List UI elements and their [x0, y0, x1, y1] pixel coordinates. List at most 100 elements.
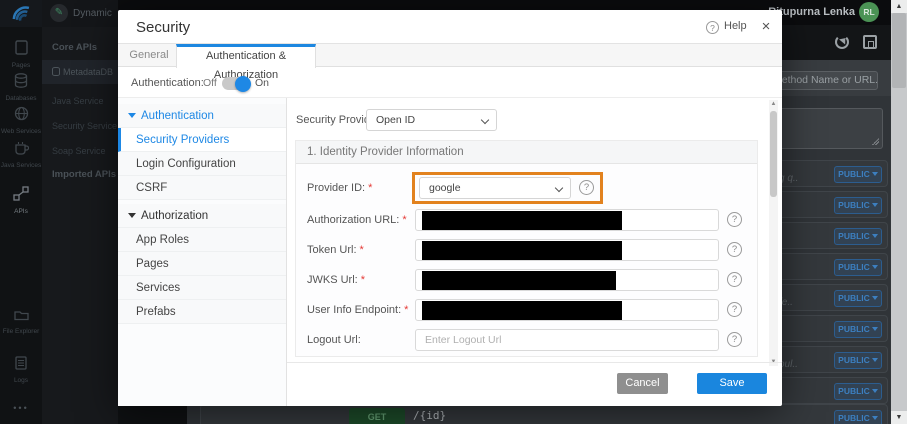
- access-level-dropdown[interactable]: PUBLIC: [834, 321, 882, 338]
- toggle-on-label: On: [255, 77, 269, 89]
- tab-general[interactable]: General: [122, 44, 176, 67]
- nav-group-authentication[interactable]: Authentication: [118, 104, 286, 128]
- required-mark: *: [360, 244, 364, 256]
- nav-item-app-roles[interactable]: App Roles: [118, 228, 286, 252]
- access-level-dropdown[interactable]: PUBLIC: [834, 410, 882, 424]
- chevron-down-icon: [555, 184, 563, 192]
- access-level-dropdown[interactable]: PUBLIC: [834, 228, 882, 245]
- chevron-down-icon: [481, 116, 489, 124]
- sidebar-item-java-services[interactable]: Java Services: [0, 141, 42, 169]
- help-icon[interactable]: ?: [727, 212, 742, 227]
- redacted-value: [422, 301, 622, 320]
- panel-item-java-service[interactable]: Java Service: [42, 89, 118, 113]
- access-level-dropdown[interactable]: PUBLIC: [834, 290, 882, 307]
- apis-icon: [13, 186, 29, 201]
- authorization-url-input[interactable]: [415, 209, 719, 231]
- save-button[interactable]: Save: [697, 373, 767, 394]
- access-level-dropdown[interactable]: PUBLIC: [834, 259, 882, 276]
- help-icon[interactable]: ?: [727, 242, 742, 257]
- sidebar-item-logs[interactable]: Logs: [0, 356, 42, 384]
- access-level-dropdown[interactable]: PUBLIC: [834, 197, 882, 214]
- nav-item-security-providers[interactable]: Security Providers: [118, 128, 286, 152]
- refresh-icon[interactable]: [835, 35, 849, 49]
- avatar[interactable]: RL: [859, 2, 879, 22]
- folder-icon: [14, 309, 29, 321]
- chevron-down-icon: [872, 416, 878, 420]
- authorization-url-label: Authorization URL:*: [307, 214, 407, 226]
- chevron-down-icon: [872, 234, 878, 238]
- database-icon: [52, 67, 60, 76]
- chevron-down-icon: [872, 358, 878, 362]
- help-button[interactable]: ?Help: [706, 20, 747, 34]
- security-modal: Security ?Help × General Authentication …: [118, 10, 782, 406]
- nav-item-prefabs[interactable]: Prefabs: [118, 300, 286, 324]
- tab-authentication-authorization[interactable]: Authentication & Authorization: [176, 44, 316, 68]
- save-icon[interactable]: [863, 35, 877, 49]
- database-icon: [14, 73, 28, 88]
- modal-title: Security: [136, 19, 190, 36]
- close-icon[interactable]: ×: [756, 17, 776, 37]
- project-header: ✎ Dynamic: [42, 0, 118, 27]
- user-info-endpoint-label: User Info Endpoint:*: [307, 304, 408, 316]
- api-method-row[interactable]: GET /{id} PUBLIC: [200, 404, 888, 424]
- provider-id-select[interactable]: google: [419, 177, 571, 199]
- sidebar-item-databases[interactable]: Databases: [0, 73, 42, 102]
- section-core-apis: Core APIs: [52, 42, 97, 53]
- scroll-up-icon[interactable]: ▲: [769, 101, 778, 107]
- panel-item-security-service[interactable]: Security Service: [42, 114, 118, 138]
- scrollbar-thumb[interactable]: [892, 13, 906, 88]
- logout-url-input[interactable]: Enter Logout Url: [415, 329, 719, 351]
- logout-url-label: Logout Url:: [307, 334, 361, 346]
- provider-id-label: Provider ID:*: [307, 182, 372, 194]
- nav-item-pages[interactable]: Pages: [118, 252, 286, 276]
- access-level-dropdown[interactable]: PUBLIC: [834, 383, 882, 400]
- more-options-icon[interactable]: •••: [0, 403, 42, 413]
- cancel-button[interactable]: Cancel: [617, 373, 668, 394]
- chevron-down-icon: [872, 172, 878, 176]
- wavemaker-logo-icon[interactable]: [0, 0, 42, 27]
- section-imported-apis: Imported APIs: [52, 169, 116, 180]
- redacted-value: [422, 241, 622, 260]
- chevron-down-icon: [872, 203, 878, 207]
- section-title: 1. Identity Provider Information: [296, 141, 757, 164]
- token-url-input[interactable]: [415, 239, 719, 261]
- http-method-badge: GET: [349, 408, 405, 424]
- access-level-dropdown[interactable]: PUBLIC: [834, 352, 882, 369]
- project-icon: ✎: [50, 4, 68, 22]
- sidebar-item-file-explorer[interactable]: File Explorer: [0, 308, 42, 335]
- sidebar-item-web-services[interactable]: Web Services: [0, 106, 42, 135]
- security-provider-select[interactable]: Open ID: [366, 109, 497, 131]
- sidebar-item-pages[interactable]: Pages: [0, 40, 42, 69]
- user-info-endpoint-input[interactable]: [415, 299, 719, 321]
- sidebar-item-apis[interactable]: APIs: [0, 186, 42, 215]
- scroll-down-icon[interactable]: ▼: [891, 411, 907, 424]
- method-path: /{id}: [413, 409, 446, 422]
- help-icon[interactable]: ?: [579, 180, 594, 195]
- input-placeholder: Enter Logout Url: [425, 334, 501, 346]
- panel-item-soap-service[interactable]: Soap Service: [42, 139, 118, 163]
- page-scrollbar[interactable]: ▲ ▼: [891, 0, 907, 424]
- chevron-down-icon: [872, 389, 878, 393]
- nav-item-services[interactable]: Services: [118, 276, 286, 300]
- required-mark: *: [404, 304, 408, 316]
- help-icon[interactable]: ?: [727, 302, 742, 317]
- jwks-url-input[interactable]: [415, 269, 719, 291]
- modal-scrollbar[interactable]: ▲ ▼: [769, 100, 778, 366]
- footer-divider: [287, 362, 782, 363]
- authentication-toggle[interactable]: [222, 77, 249, 90]
- nav-item-csrf[interactable]: CSRF: [118, 176, 286, 200]
- toggle-off-label: Off: [203, 77, 217, 89]
- caret-down-icon: [128, 213, 136, 218]
- required-mark: *: [402, 214, 406, 226]
- panel-item-metadatadb[interactable]: MetadataDB: [42, 60, 118, 84]
- access-level-dropdown[interactable]: PUBLIC: [834, 166, 882, 183]
- help-icon[interactable]: ?: [727, 272, 742, 287]
- scrollbar-thumb[interactable]: [770, 111, 777, 197]
- resize-handle-icon[interactable]: [872, 138, 879, 145]
- help-icon[interactable]: ?: [727, 332, 742, 347]
- nav-item-login-configuration[interactable]: Login Configuration: [118, 152, 286, 176]
- jwks-url-label: JWKS Url:*: [307, 274, 365, 286]
- scroll-up-icon[interactable]: ▲: [891, 0, 907, 13]
- nav-group-authorization[interactable]: Authorization: [118, 204, 286, 228]
- modal-tabs: General Authentication & Authorization: [118, 44, 782, 67]
